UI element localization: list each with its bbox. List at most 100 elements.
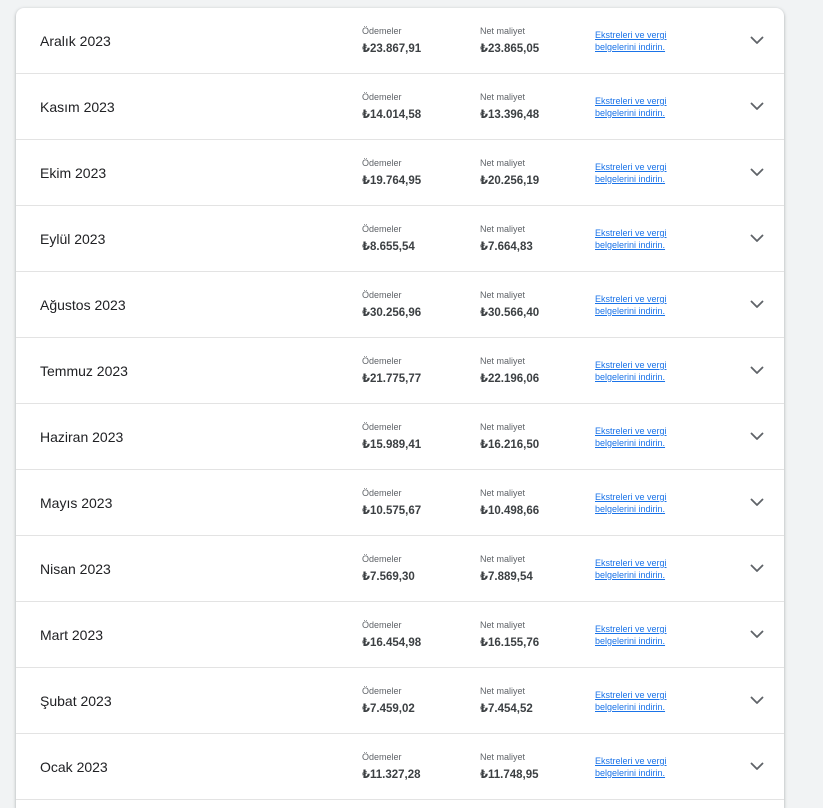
net-cost-label: Net maliyet	[480, 752, 526, 762]
payments-label: Ödemeler	[362, 620, 402, 630]
payments-value: ₺30.256,96	[362, 307, 422, 319]
payments-label: Ödemeler	[362, 422, 402, 432]
net-cost-column: Net maliyet ₺23.865,05	[480, 26, 539, 56]
net-cost-label: Net maliyet	[480, 620, 526, 630]
download-link-line1: Ekstreleri ve vergi	[595, 558, 667, 568]
net-cost-label: Net maliyet	[480, 224, 526, 234]
payments-column: Ödemeler ₺30.256,96	[362, 290, 421, 320]
month-label: Ağustos 2023	[40, 296, 126, 313]
month-label: Haziran 2023	[40, 428, 124, 445]
payments-value: ₺23.867,91	[362, 43, 422, 55]
download-link-line1: Ekstreleri ve vergi	[595, 492, 667, 502]
payments-label: Ödemeler	[362, 224, 402, 234]
chevron-down-icon[interactable]	[747, 427, 767, 447]
statement-row[interactable]: Ağustos 2023 Ödemeler ₺30.256,96 Net mal…	[16, 272, 784, 338]
month-label: Temmuz 2023	[40, 362, 128, 379]
download-statements-link[interactable]: Ekstreleri ve vergi belgelerini indirin.	[595, 623, 685, 647]
net-cost-value: ₺16.216,50	[480, 439, 540, 451]
statement-row[interactable]: Ekim 2023 Ödemeler ₺19.764,95 Net maliye…	[16, 140, 784, 206]
chevron-down-icon[interactable]	[747, 31, 767, 51]
chevron-down-icon[interactable]	[747, 97, 767, 117]
payments-label: Ödemeler	[362, 752, 402, 762]
chevron-down-icon[interactable]	[747, 625, 767, 645]
payments-value: ₺16.454,98	[362, 637, 422, 649]
payments-label: Ödemeler	[362, 92, 402, 102]
payments-label: Ödemeler	[362, 488, 402, 498]
chevron-down-icon[interactable]	[747, 361, 767, 381]
download-statements-link[interactable]: Ekstreleri ve vergi belgelerini indirin.	[595, 161, 685, 185]
statement-row[interactable]: Eylül 2023 Ödemeler ₺8.655,54 Net maliye…	[16, 206, 784, 272]
payments-value: ₺7.569,30	[362, 571, 415, 583]
payments-label: Ödemeler	[362, 686, 402, 696]
month-label: Mart 2023	[40, 626, 104, 643]
chevron-down-icon[interactable]	[747, 757, 767, 777]
payments-label: Ödemeler	[362, 554, 402, 564]
download-statements-link[interactable]: Ekstreleri ve vergi belgelerini indirin.	[595, 557, 685, 581]
net-cost-column: Net maliyet ₺16.216,50	[480, 422, 539, 452]
statement-row[interactable]: Şubat 2023 Ödemeler ₺7.459,02 Net maliye…	[16, 668, 784, 734]
download-statements-link[interactable]: Ekstreleri ve vergi belgelerini indirin.	[595, 425, 685, 449]
net-cost-column: Net maliyet ₺7.664,83	[480, 224, 533, 254]
download-link-line2: belgelerini indirin.	[595, 768, 666, 778]
net-cost-column: Net maliyet ₺20.256,19	[480, 158, 539, 188]
download-link-line1: Ekstreleri ve vergi	[595, 294, 667, 304]
net-cost-column: Net maliyet ₺7.454,52	[480, 686, 533, 716]
payments-value: ₺14.014,58	[362, 109, 422, 121]
payments-label: Ödemeler	[362, 158, 402, 168]
download-link-line2: belgelerini indirin.	[595, 42, 666, 52]
download-link-line2: belgelerini indirin.	[595, 702, 666, 712]
chevron-down-icon[interactable]	[747, 559, 767, 579]
download-link-line1: Ekstreleri ve vergi	[595, 360, 667, 370]
payments-column: Ödemeler ₺11.327,28	[362, 752, 421, 782]
chevron-down-icon[interactable]	[747, 493, 767, 513]
payments-column: Ödemeler ₺10.575,67	[362, 488, 421, 518]
net-cost-label: Net maliyet	[480, 356, 526, 366]
net-cost-label: Net maliyet	[480, 158, 526, 168]
net-cost-label: Net maliyet	[480, 290, 526, 300]
month-label: Eylül 2023	[40, 230, 106, 247]
download-statements-link[interactable]: Ekstreleri ve vergi belgelerini indirin.	[595, 359, 685, 383]
download-link-line2: belgelerini indirin.	[595, 240, 666, 250]
download-link-line1: Ekstreleri ve vergi	[595, 162, 667, 172]
chevron-down-icon[interactable]	[747, 295, 767, 315]
net-cost-column: Net maliyet ₺22.196,06	[480, 356, 539, 386]
download-statements-link[interactable]: Ekstreleri ve vergi belgelerini indirin.	[595, 755, 685, 779]
net-cost-label: Net maliyet	[480, 554, 526, 564]
statement-row[interactable]: Nisan 2023 Ödemeler ₺7.569,30 Net maliye…	[16, 536, 784, 602]
download-link-line2: belgelerini indirin.	[595, 636, 666, 646]
statement-row[interactable]: Haziran 2023 Ödemeler ₺15.989,41 Net mal…	[16, 404, 784, 470]
chevron-down-icon[interactable]	[747, 691, 767, 711]
month-label: Mayıs 2023	[40, 494, 113, 511]
net-cost-label: Net maliyet	[480, 26, 526, 36]
statement-row[interactable]: Mayıs 2023 Ödemeler ₺10.575,67 Net maliy…	[16, 470, 784, 536]
net-cost-column: Net maliyet ₺16.155,76	[480, 620, 539, 650]
download-statements-link[interactable]: Ekstreleri ve vergi belgelerini indirin.	[595, 293, 685, 317]
statement-row[interactable]: Mart 2023 Ödemeler ₺16.454,98 Net maliye…	[16, 602, 784, 668]
chevron-down-icon[interactable]	[747, 229, 767, 249]
download-link-line1: Ekstreleri ve vergi	[595, 756, 667, 766]
payments-label: Ödemeler	[362, 26, 402, 36]
download-statements-link[interactable]: Ekstreleri ve vergi belgelerini indirin.	[595, 29, 685, 53]
download-statements-link[interactable]: Ekstreleri ve vergi belgelerini indirin.	[595, 689, 685, 713]
chevron-down-icon[interactable]	[747, 163, 767, 183]
download-statements-link[interactable]: Ekstreleri ve vergi belgelerini indirin.	[595, 227, 685, 251]
payments-value: ₺8.655,54	[362, 241, 415, 253]
month-label: Ekim 2023	[40, 164, 107, 181]
download-link-line2: belgelerini indirin.	[595, 108, 666, 118]
month-label: Ocak 2023	[40, 758, 108, 775]
statement-row[interactable]: Ocak 2023 Ödemeler ₺11.327,28 Net maliye…	[16, 734, 784, 800]
download-link-line1: Ekstreleri ve vergi	[595, 96, 667, 106]
payments-column: Ödemeler ₺7.459,02	[362, 686, 415, 716]
payments-column: Ödemeler ₺8.655,54	[362, 224, 415, 254]
payments-value: ₺15.989,41	[362, 439, 422, 451]
statement-row[interactable]: Kasım 2023 Ödemeler ₺14.014,58 Net maliy…	[16, 74, 784, 140]
payments-value: ₺10.575,67	[362, 505, 422, 517]
download-link-line1: Ekstreleri ve vergi	[595, 690, 667, 700]
download-statements-link[interactable]: Ekstreleri ve vergi belgelerini indirin.	[595, 491, 685, 515]
download-link-line2: belgelerini indirin.	[595, 372, 666, 382]
download-link-line2: belgelerini indirin.	[595, 570, 666, 580]
net-cost-column: Net maliyet ₺30.566,40	[480, 290, 539, 320]
download-statements-link[interactable]: Ekstreleri ve vergi belgelerini indirin.	[595, 95, 685, 119]
statement-row[interactable]: Temmuz 2023 Ödemeler ₺21.775,77 Net mali…	[16, 338, 784, 404]
statement-row[interactable]: Aralık 2023 Ödemeler ₺23.867,91 Net mali…	[16, 8, 784, 74]
